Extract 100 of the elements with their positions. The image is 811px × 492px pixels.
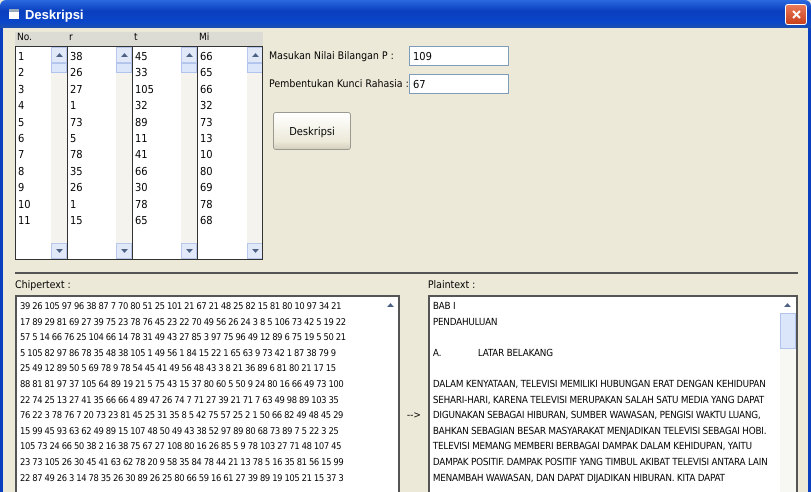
list-item[interactable]: 65	[135, 212, 181, 230]
text-line: TELEVISI MEMANG MEMBERI BERBAGAI DAMPAK DALAM KEHIDUPAN, YAITU	[432, 440, 753, 454]
scroll-down-icon[interactable]	[252, 249, 258, 253]
list-item[interactable]: 26	[70, 65, 116, 82]
list-item[interactable]: 6	[18, 130, 51, 148]
input-field[interactable]: 109	[409, 46, 509, 66]
list-item[interactable]: 78	[200, 196, 247, 213]
list-item[interactable]: 11	[135, 130, 181, 148]
column-header: Mi	[198, 32, 210, 45]
text-line: 57 5 14 66 76 25 104 66 14 78 31 49 43 27 85 3 97 75 96 49 12 89 6 75 19 5 50 21	[20, 331, 347, 346]
list-item[interactable]: 32	[135, 98, 181, 115]
scrollbar[interactable]	[116, 47, 132, 259]
list-item[interactable]: 9	[18, 180, 51, 197]
plaintext-area[interactable]	[428, 295, 798, 492]
scroll-thumb[interactable]	[116, 63, 132, 73]
scroll-thumb[interactable]	[780, 313, 796, 349]
scroll-up-button[interactable]	[181, 47, 197, 63]
scrollbar[interactable]	[247, 47, 262, 259]
list-item[interactable]: 73	[200, 114, 247, 131]
list-item[interactable]: 10	[18, 196, 51, 213]
list-item[interactable]: 15	[70, 212, 116, 230]
list-item[interactable]: 1	[70, 98, 116, 115]
scroll-up-button[interactable]	[51, 47, 67, 63]
chipertext-area[interactable]	[15, 295, 400, 492]
list-item[interactable]: 41	[135, 147, 181, 164]
list-item[interactable]: 13	[200, 130, 247, 148]
scrollbar[interactable]	[181, 47, 197, 259]
scroll-up-icon[interactable]	[784, 303, 792, 307]
list-item[interactable]: 7	[18, 147, 51, 164]
scroll-thumb[interactable]	[51, 63, 67, 73]
list-item[interactable]: 105	[135, 82, 181, 98]
window-title: Deskripsi	[25, 6, 85, 22]
text-line: 25 49 12 89 50 5 69 78 9 78 54 45 41 49 56 48 43 3 8 21 36 89 6 81 80 21 17 15	[20, 362, 337, 376]
list-item[interactable]: 89	[135, 114, 181, 131]
scrollbar[interactable]	[51, 47, 67, 259]
scroll-down-button[interactable]	[181, 243, 197, 259]
list-item[interactable]: 33	[135, 65, 181, 82]
list-item[interactable]: 5	[70, 130, 116, 148]
list-item[interactable]: 35	[70, 164, 116, 180]
scroll-up-icon[interactable]	[186, 53, 192, 57]
list-item[interactable]: 1	[18, 49, 51, 66]
scroll-down-button[interactable]	[51, 243, 67, 259]
scroll-up-button[interactable]	[247, 47, 262, 63]
list-item[interactable]: 68	[200, 212, 247, 230]
list-box[interactable]: 66 65 66 32 73 13 10 80 69 78 68	[198, 47, 262, 259]
list-item[interactable]: 45	[135, 49, 181, 66]
list-item[interactable]: 38	[70, 49, 116, 66]
text-line: 22 74 25 13 27 41 35 66 66 4 89 47 26 74 7 71 27 39 21 71 7 63 49 98 89 103 35	[20, 394, 340, 408]
column-header: r	[68, 32, 74, 45]
text-line: 15 99 45 93 63 62 49 89 15 107 48 50 49 43 38 52 97 89 80 68 73 89 7 5 22 3 25	[20, 424, 340, 439]
text-line: LATAR BELAKANG	[478, 346, 553, 361]
list-item[interactable]: 66	[135, 164, 181, 180]
scroll-up-icon[interactable]	[386, 303, 394, 307]
text-line: 105 73 24 66 50 38 2 16 38 75 67 27 108 80 16 26 85 5 9 78 103 27 71 48 107 45	[20, 440, 342, 454]
list-item[interactable]: 78	[135, 196, 181, 213]
list-box[interactable]: 1 2 3 4 5 6 7 8 9 10 11	[16, 47, 68, 259]
scroll-down-button[interactable]	[116, 243, 132, 259]
scroll-down-icon[interactable]	[186, 249, 192, 253]
scroll-down-icon[interactable]	[56, 249, 62, 253]
scroll-up-button[interactable]	[780, 297, 796, 313]
scroll-up-icon[interactable]	[120, 53, 128, 57]
list-item[interactable]: 78	[70, 147, 116, 164]
list-item[interactable]: 8	[18, 164, 51, 180]
text-line: 88 81 81 97 37 105 64 89 19 21 5 75 43 15 37 80 60 5 50 9 24 80 16 66 49 73 100	[20, 378, 344, 392]
list-item[interactable]: 30	[135, 180, 181, 197]
list-item[interactable]: 2	[18, 65, 51, 82]
app-icon	[8, 8, 20, 20]
list-item[interactable]: 4	[18, 98, 51, 115]
chipertext-label: Chipertext :	[15, 279, 72, 293]
decrypt-button[interactable]: Deskripsi	[273, 112, 351, 150]
scroll-down-icon[interactable]	[120, 249, 128, 253]
list-item[interactable]: 3	[18, 82, 51, 98]
scroll-up-icon[interactable]	[252, 53, 258, 57]
list-box[interactable]: 38 26 27 1 73 5 78 35 26 1 15	[68, 47, 133, 259]
list-item[interactable]: 80	[200, 164, 247, 180]
list-item[interactable]: 5	[18, 114, 51, 131]
list-item[interactable]: 66	[200, 49, 247, 66]
list-item[interactable]: 10	[200, 147, 247, 164]
list-item[interactable]: 65	[200, 65, 247, 82]
field-label: Masukan Nilai Bilangan P :	[269, 50, 395, 62]
list-item[interactable]: 11	[18, 212, 51, 230]
scroll-thumb[interactable]	[181, 63, 197, 73]
list-item[interactable]: 26	[70, 180, 116, 197]
list-item[interactable]: 66	[200, 82, 247, 98]
input-field[interactable]: 67	[409, 74, 509, 94]
scroll-down-button[interactable]	[247, 243, 262, 259]
list-item[interactable]: 32	[200, 98, 247, 115]
scroll-thumb[interactable]	[247, 63, 262, 73]
text-line: 76 22 3 78 76 7 20 73 23 81 45 25 31 35 8 5 42 75 57 25 2 1 50 66 82 49 48 45 29	[20, 409, 344, 424]
scroll-up-button[interactable]	[116, 47, 132, 63]
close-button[interactable]	[785, 4, 807, 24]
list-item[interactable]: 69	[200, 180, 247, 197]
list-item[interactable]: 1	[70, 196, 116, 213]
text-line: 5 105 82 97 86 78 35 48 38 105 1 49 56 1 84 15 22 1 65 63 9 73 42 1 87 38 79 9	[20, 346, 337, 361]
list-box[interactable]: 45 33 105 32 89 11 41 66 30 78 65	[133, 47, 198, 259]
list-item[interactable]: 73	[70, 114, 116, 131]
text-line: MENAMBAH WAWASAN, DAN DAPAT DIJADIKAN HIBURAN. KITA DAPAT	[432, 472, 726, 486]
scroll-up-icon[interactable]	[56, 53, 62, 57]
text-line: 17 89 29 81 69 27 39 75 23 78 76 45 23 22 70 49 56 26 24 3 8 5 106 73 42 5 19 22	[20, 316, 347, 330]
list-item[interactable]: 27	[70, 82, 116, 98]
